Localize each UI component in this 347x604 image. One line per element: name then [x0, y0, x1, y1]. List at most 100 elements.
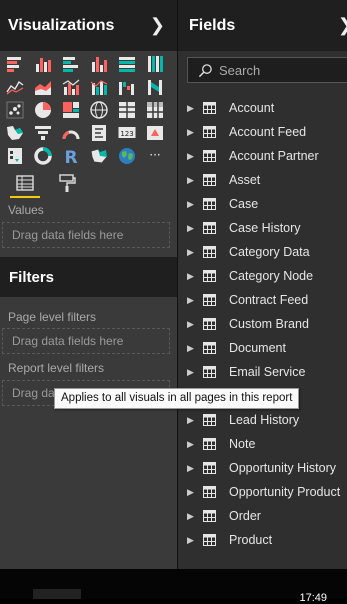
waterfall-chart-icon[interactable]: [117, 78, 137, 96]
svg-text:···: ···: [149, 148, 160, 162]
line-and-clustered-column-chart-icon[interactable]: [89, 78, 109, 96]
expand-arrow-icon[interactable]: ▶: [187, 535, 195, 546]
field-table-item[interactable]: ▶ Account Feed: [178, 120, 347, 144]
expand-arrow-icon[interactable]: ▶: [187, 439, 195, 450]
expand-arrow-icon[interactable]: ▶: [187, 463, 195, 474]
100-stacked-bar-chart-icon[interactable]: [117, 55, 137, 73]
expand-arrow-icon[interactable]: ▶: [187, 295, 195, 306]
taskbar-clock: 17:49: [299, 592, 327, 604]
expand-arrow-icon[interactable]: ▶: [187, 199, 195, 210]
field-table-item[interactable]: ▶ Product: [178, 528, 347, 552]
expand-arrow-icon[interactable]: ▶: [187, 487, 195, 498]
fields-title: Fields: [189, 16, 236, 34]
field-table-label: Note: [229, 437, 256, 451]
fields-collapse-chevron-icon[interactable]: ❯: [338, 15, 347, 36]
gauge-icon[interactable]: [61, 124, 81, 142]
field-table-item[interactable]: ▶ Lead History: [178, 408, 347, 432]
area-chart-icon[interactable]: [33, 78, 53, 96]
r-script-visual-icon[interactable]: R: [61, 147, 81, 165]
taskbar-button[interactable]: [33, 589, 81, 599]
search-input[interactable]: Search: [187, 57, 347, 83]
fields-pane: Fields ❯ Search ▶ Account ▶ Account Feed ▶ Ac…: [178, 0, 347, 569]
field-table-item[interactable]: ▶ Document: [178, 336, 347, 360]
field-table-item[interactable]: ▶ Custom Brand: [178, 312, 347, 336]
field-table-item[interactable]: ▶ Account: [178, 96, 347, 120]
line-and-column-chart-icon[interactable]: [61, 78, 81, 96]
funnel-icon[interactable]: [33, 124, 53, 142]
field-table-label: Lead History: [229, 413, 300, 427]
donut-chart-icon[interactable]: [33, 147, 53, 165]
shape-map-icon[interactable]: [89, 147, 109, 165]
field-table-item[interactable]: ▶ Order: [178, 504, 347, 528]
fields-header: Fields ❯: [178, 0, 347, 51]
visualizations-title: Visualizations: [8, 16, 115, 34]
visualizations-pane: Visualizations ❯ 123 R ··· Values Drag dat…: [0, 0, 177, 569]
page-filters-drop-zone[interactable]: Drag data fields here: [2, 328, 170, 354]
field-table-item[interactable]: ▶ Email Service: [178, 360, 347, 384]
field-table-item[interactable]: ▶ Category Node: [178, 264, 347, 288]
table-icon: [203, 438, 216, 450]
expand-arrow-icon[interactable]: ▶: [187, 319, 195, 330]
field-table-item[interactable]: ▶ Category Data: [178, 240, 347, 264]
table-icon[interactable]: [117, 101, 137, 119]
expand-arrow-icon[interactable]: ▶: [187, 103, 195, 114]
visualizations-header: Visualizations ❯: [0, 0, 177, 51]
field-table-label: Email Service: [229, 365, 306, 379]
treemap-icon[interactable]: [61, 101, 81, 119]
field-table-item[interactable]: ▶ Note: [178, 432, 347, 456]
field-table-item[interactable]: ▶ Opportunity Product: [178, 480, 347, 504]
multi-row-card-icon[interactable]: [89, 124, 109, 142]
100-stacked-column-chart-icon[interactable]: [145, 55, 165, 73]
expand-arrow-icon[interactable]: ▶: [187, 223, 195, 234]
values-drop-zone[interactable]: Drag data fields here: [2, 222, 170, 248]
map-icon[interactable]: [89, 101, 109, 119]
collapse-chevron-icon[interactable]: ❯: [150, 15, 165, 36]
expand-arrow-icon[interactable]: ▶: [187, 415, 195, 426]
table-icon: [203, 222, 216, 234]
more-visuals-icon[interactable]: ···: [145, 147, 165, 165]
search-icon: [198, 63, 212, 77]
line-chart-icon[interactable]: [5, 78, 25, 96]
matrix-icon[interactable]: [145, 101, 165, 119]
fields-tab-icon[interactable]: [10, 171, 40, 198]
table-icon: [203, 318, 216, 330]
field-table-label: Account Partner: [229, 149, 319, 163]
expand-arrow-icon[interactable]: ▶: [187, 511, 195, 522]
stacked-column-chart-icon[interactable]: [33, 55, 53, 73]
format-paint-roller-icon[interactable]: [55, 171, 79, 195]
taskbar: 17:49: [0, 569, 347, 604]
slicer-icon[interactable]: [5, 147, 25, 165]
svg-text:R: R: [64, 148, 77, 165]
clustered-bar-chart-icon[interactable]: [61, 55, 81, 73]
table-icon: [203, 510, 216, 522]
values-label: Values: [8, 203, 44, 217]
report-level-filters-label: Report level filters: [8, 361, 105, 375]
expand-arrow-icon[interactable]: ▶: [187, 151, 195, 162]
expand-arrow-icon[interactable]: ▶: [187, 367, 195, 378]
expand-arrow-icon[interactable]: ▶: [187, 127, 195, 138]
field-table-item[interactable]: ▶ Account Partner: [178, 144, 347, 168]
field-table-label: Category Node: [229, 269, 314, 283]
expand-arrow-icon[interactable]: ▶: [187, 343, 195, 354]
pie-chart-icon[interactable]: [33, 101, 53, 119]
clustered-column-chart-icon[interactable]: [89, 55, 109, 73]
table-icon: [203, 462, 216, 474]
table-icon: [203, 270, 216, 282]
field-table-item[interactable]: ▶ Asset: [178, 168, 347, 192]
field-table-item[interactable]: ▶ Case: [178, 192, 347, 216]
scatter-chart-icon[interactable]: [5, 101, 25, 119]
expand-arrow-icon[interactable]: ▶: [187, 271, 195, 282]
field-table-item[interactable]: ▶ Case History: [178, 216, 347, 240]
globe-map-icon[interactable]: [117, 147, 137, 165]
expand-arrow-icon[interactable]: ▶: [187, 247, 195, 258]
filled-map-icon[interactable]: [5, 124, 25, 142]
field-table-label: Opportunity History: [229, 461, 336, 475]
table-icon: [203, 342, 216, 354]
kpi-icon[interactable]: [145, 124, 165, 142]
ribbon-chart-icon[interactable]: [145, 78, 165, 96]
card-icon[interactable]: 123: [117, 124, 137, 142]
stacked-bar-chart-icon[interactable]: [5, 55, 25, 73]
expand-arrow-icon[interactable]: ▶: [187, 175, 195, 186]
field-table-item[interactable]: ▶ Opportunity History: [178, 456, 347, 480]
field-table-item[interactable]: ▶ Contract Feed: [178, 288, 347, 312]
